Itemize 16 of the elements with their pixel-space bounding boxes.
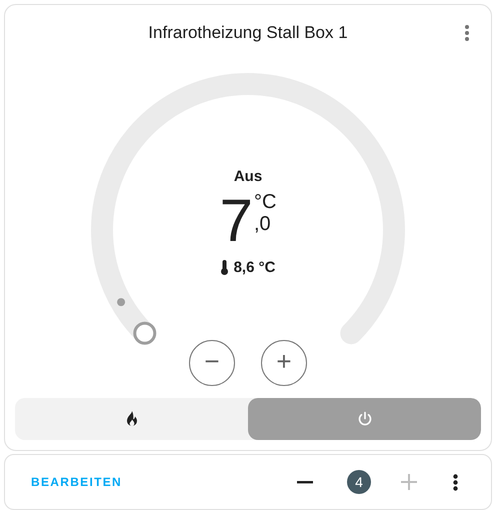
temperature-unit: °C [254, 191, 276, 213]
decrease-button[interactable]: − [189, 340, 235, 386]
temperature-decimal: ,0 [254, 213, 272, 235]
count-badge: 4 [347, 470, 371, 494]
current-temperature: 8,6 °C [234, 259, 276, 276]
slider-handle[interactable] [133, 322, 156, 345]
thermometer-icon [220, 260, 228, 275]
flame-icon [124, 411, 138, 427]
more-icon [465, 25, 469, 41]
target-temperature: 7 [220, 191, 253, 251]
hvac-state: Aus [234, 168, 262, 185]
card-title: Infrarotheizung Stall Box 1 [148, 23, 348, 43]
current-temperature-marker [117, 298, 126, 306]
power-icon [356, 411, 372, 427]
increase-button[interactable]: + [261, 340, 307, 386]
more-icon [452, 474, 458, 490]
